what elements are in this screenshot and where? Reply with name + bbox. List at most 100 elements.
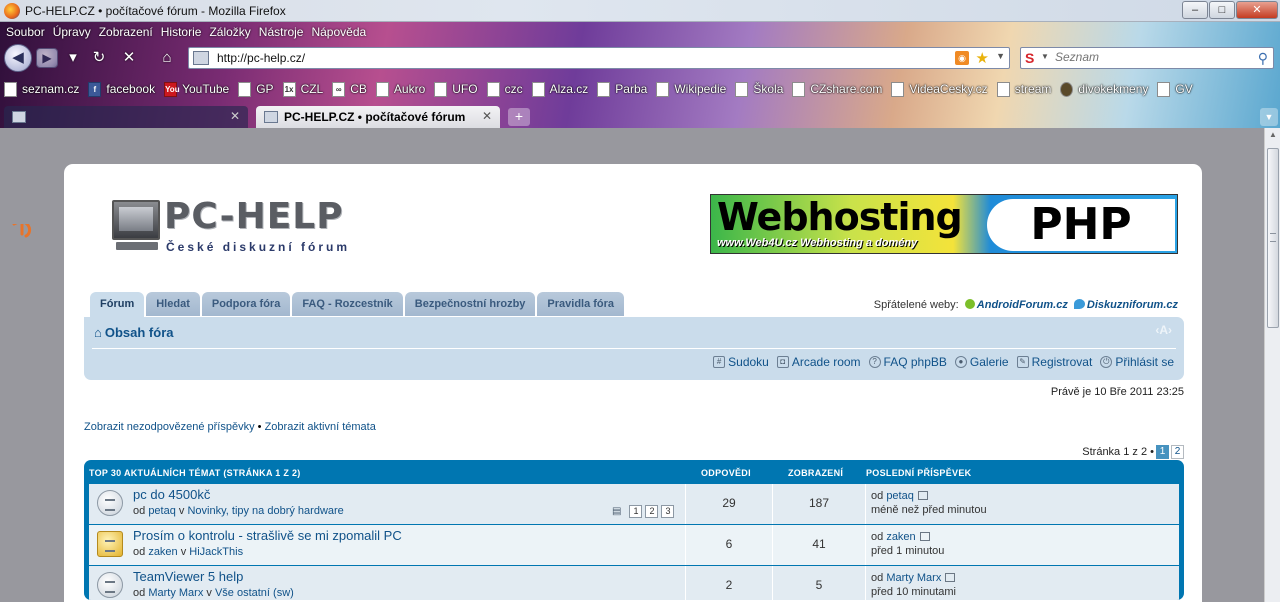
tab-podpora-fora[interactable]: Podpora fóra bbox=[201, 292, 291, 316]
search-input[interactable] bbox=[1055, 50, 1245, 64]
topic-title-link[interactable]: Prosím o kontrolu - strašlivě se mi zpom… bbox=[133, 528, 402, 543]
tab-1-active[interactable]: PC-HELP.CZ • počítačové fórum ✕ bbox=[256, 106, 500, 128]
font-size-control[interactable]: ‹A› bbox=[1155, 323, 1172, 337]
menu-historie[interactable]: Historie bbox=[157, 25, 206, 39]
menu-nastroje[interactable]: Nástroje bbox=[255, 25, 308, 39]
close-window-button[interactable]: ✕ bbox=[1236, 1, 1278, 19]
page-2-link[interactable]: 2 bbox=[1171, 445, 1184, 459]
window-titlebar: PC-HELP.CZ • počítačové fórum - Mozilla … bbox=[0, 0, 1280, 22]
seznam-engine-icon[interactable]: S bbox=[1025, 50, 1034, 66]
bookmark-13[interactable]: CZshare.com bbox=[792, 81, 882, 97]
home-icon[interactable]: ⌂ bbox=[158, 49, 176, 67]
last-author-link[interactable]: petaq bbox=[886, 490, 914, 502]
url-text[interactable]: http://pc-help.cz/ bbox=[217, 51, 305, 65]
tab-close-icon[interactable]: ✕ bbox=[230, 109, 240, 123]
url-dropdown-icon[interactable]: ▼ bbox=[996, 51, 1005, 61]
topic-author-link[interactable]: Marty Marx bbox=[148, 587, 203, 599]
new-tab-button[interactable]: + bbox=[508, 108, 530, 126]
link-active-topics[interactable]: Zobrazit aktivní témata bbox=[265, 421, 376, 433]
webhosting-banner-ad[interactable]: Webhosting www.Web4U.cz Webhosting a dom… bbox=[710, 194, 1178, 254]
back-button[interactable]: ◀ bbox=[4, 44, 32, 72]
minimize-button[interactable]: – bbox=[1182, 1, 1208, 19]
bookmark-14[interactable]: VideaCesky.cz bbox=[891, 81, 988, 97]
search-icon[interactable]: ⚲ bbox=[1258, 50, 1268, 67]
topic-page-link[interactable]: 1 bbox=[629, 505, 643, 518]
goto-last-post-icon[interactable] bbox=[917, 491, 928, 500]
address-bar[interactable]: http://pc-help.cz/ ◉ ★ ▼ bbox=[188, 47, 1010, 69]
link-registrovat[interactable]: ✎ Registrovat bbox=[1016, 355, 1092, 369]
bookmark-label: YouTube bbox=[182, 82, 230, 96]
topic-page-link[interactable]: 2 bbox=[645, 505, 659, 518]
goto-last-post-icon[interactable] bbox=[945, 573, 956, 582]
link-unanswered-posts[interactable]: Zobrazit nezodpovězené příspěvky bbox=[84, 421, 255, 433]
bookmark-0[interactable]: seznam.cz bbox=[4, 81, 79, 97]
vertical-scrollbar[interactable]: ▲ bbox=[1264, 128, 1280, 602]
monitor-icon bbox=[112, 200, 160, 240]
topic-page-link[interactable]: 3 bbox=[661, 505, 675, 518]
link-arcade-room[interactable]: ◘ Arcade room bbox=[776, 355, 861, 369]
goto-last-post-icon[interactable] bbox=[919, 532, 930, 541]
bookmark-star-icon[interactable]: ★ bbox=[976, 49, 989, 67]
bookmark-9[interactable]: Alza.cz bbox=[531, 81, 588, 97]
bookmark-17[interactable]: GV bbox=[1157, 81, 1193, 97]
bookmark-2[interactable]: You YouTube bbox=[164, 81, 230, 97]
tab-close-icon[interactable]: ✕ bbox=[482, 109, 492, 123]
bookmark-16[interactable]: divokekmeny bbox=[1060, 81, 1148, 97]
stop-icon[interactable]: ✕ bbox=[120, 49, 138, 67]
menu-napoveda[interactable]: Nápověda bbox=[307, 25, 370, 39]
tab-bezpecnostni-hrozby[interactable]: Bezpečnostní hrozby bbox=[404, 292, 536, 316]
scroll-up-arrow-icon[interactable]: ▲ bbox=[1267, 130, 1279, 144]
bookmark-10[interactable]: Parba bbox=[597, 81, 647, 97]
forward-button[interactable]: ▶ bbox=[36, 48, 58, 68]
tab-faq-rozcestnik[interactable]: FAQ - Rozcestník bbox=[292, 292, 403, 316]
topic-title-link[interactable]: TeamViewer 5 help bbox=[133, 569, 243, 584]
bookmark-11[interactable]: Wikipedie bbox=[656, 81, 727, 97]
topic-author-link[interactable]: petaq bbox=[148, 505, 176, 517]
site-logo[interactable]: PC-HELP České diskuzní fórum bbox=[112, 196, 412, 254]
reload-icon[interactable]: ↻ bbox=[90, 49, 108, 67]
menu-upravy[interactable]: Úpravy bbox=[49, 25, 95, 39]
last-author-link[interactable]: zaken bbox=[886, 531, 915, 543]
bookmark-15[interactable]: stream bbox=[996, 81, 1051, 97]
link-sudoku[interactable]: # Sudoku bbox=[713, 355, 769, 369]
separator: • bbox=[254, 421, 265, 433]
link-androidforum[interactable]: AndroidForum.cz bbox=[977, 299, 1068, 311]
menu-soubor[interactable]: Soubor bbox=[2, 25, 49, 39]
link-prihlasit-se[interactable]: ⏻ Přihlásit se bbox=[1100, 355, 1174, 369]
tab-hledat[interactable]: Hledat bbox=[146, 292, 200, 316]
bookmark-1[interactable]: f facebook bbox=[88, 81, 155, 97]
search-bar[interactable]: S ▼ ⚲ bbox=[1020, 47, 1274, 69]
tab-0[interactable]: ✕ bbox=[4, 106, 248, 128]
bookmark-6[interactable]: Aukro bbox=[375, 81, 425, 97]
bookmark-4[interactable]: 1x CZL bbox=[282, 81, 323, 97]
dropdown-history-icon[interactable]: ▾ bbox=[64, 49, 82, 67]
topic-forum-link[interactable]: HiJackThis bbox=[189, 546, 243, 558]
breadcrumb[interactable]: ⌂ Obsah fóra bbox=[94, 325, 173, 340]
bookmark-label: Wikipedie bbox=[674, 82, 727, 96]
meta-by: od bbox=[133, 505, 146, 517]
link-galerie[interactable]: ● Galerie bbox=[954, 355, 1009, 369]
topic-title-link[interactable]: pc do 4500kč bbox=[133, 487, 210, 502]
menu-zobrazeni[interactable]: Zobrazení bbox=[95, 25, 157, 39]
topic-forum-link[interactable]: Novinky, tipy na dobrý hardware bbox=[187, 505, 343, 517]
link-diskuzniforum[interactable]: Diskuzniforum.cz bbox=[1087, 299, 1178, 311]
last-author-link[interactable]: Marty Marx bbox=[886, 572, 941, 584]
topic-forum-link[interactable]: Vše ostatní (sw) bbox=[215, 587, 294, 599]
bookmarks-toolbar: seznam.cz f facebook You YouTube GP 1x CZL ∞ CB Au… bbox=[0, 78, 1280, 100]
maximize-button[interactable]: □ bbox=[1209, 1, 1235, 19]
bookmark-7[interactable]: UFO bbox=[434, 81, 478, 97]
bookmark-3[interactable]: GP bbox=[238, 81, 274, 97]
list-all-tabs-icon[interactable]: ▼ bbox=[1260, 108, 1278, 126]
tab-pravidla-fora[interactable]: Pravidla fóra bbox=[537, 292, 625, 316]
topic-meta: od Marty Marx v Vše ostatní (sw) bbox=[133, 587, 294, 599]
engine-dropdown-icon[interactable]: ▼ bbox=[1041, 52, 1049, 61]
rss-feed-icon[interactable]: ◉ bbox=[955, 51, 969, 65]
menu-zalozky[interactable]: Záložky bbox=[205, 25, 254, 39]
link-faq-phpbb[interactable]: ? FAQ phpBB bbox=[868, 355, 947, 369]
bookmark-8[interactable]: czc bbox=[486, 81, 523, 97]
bookmark-12[interactable]: Škola bbox=[735, 81, 783, 97]
topic-author-link[interactable]: zaken bbox=[148, 546, 177, 558]
tab-forum[interactable]: Fórum bbox=[90, 292, 145, 317]
bookmark-5[interactable]: ∞ CB bbox=[332, 81, 367, 97]
scrollbar-thumb[interactable] bbox=[1267, 148, 1279, 328]
